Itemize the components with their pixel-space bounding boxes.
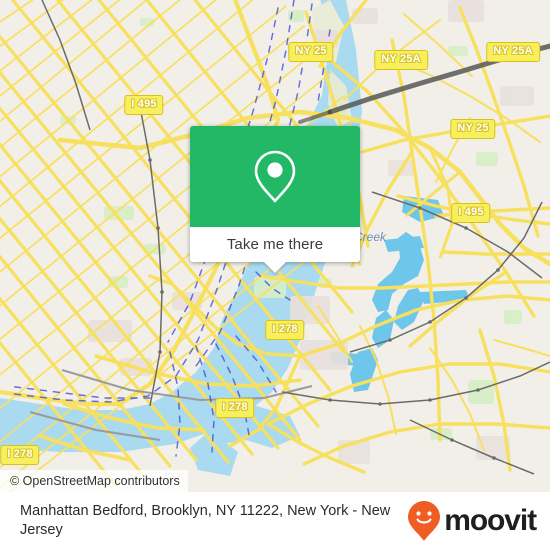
road-shield-ny-25a-b: NY 25A (486, 42, 540, 62)
popup-action-row[interactable]: Take me there (190, 227, 360, 262)
moovit-logo[interactable]: moovit (407, 500, 537, 542)
road-shield-ny-25-a: NY 25 (288, 42, 334, 62)
map-attribution[interactable]: © OpenStreetMap contributors (0, 470, 188, 492)
popup-pointer-tail (264, 262, 286, 273)
road-shield-ny-25-b: NY 25 (450, 119, 496, 139)
road-shield-i-278-a: I 278 (265, 320, 305, 340)
road-shield-ny-25a-a: NY 25A (374, 50, 428, 70)
map-screenshot: NY 25 NY 25A NY 25A I 495 NY 25 I 495 I 278 I 2… (0, 0, 550, 550)
road-shield-i-278-b: I 278 (215, 398, 255, 418)
popup-header (190, 126, 360, 227)
road-shield-i-278-c: I 278 (0, 445, 40, 465)
attribution-text: © OpenStreetMap contributors (10, 474, 180, 488)
road-shield-i-495-a: I 495 (124, 95, 164, 115)
moovit-wordmark: moovit (444, 504, 537, 537)
bottom-caption-bar: Manhattan Bedford, Brooklyn, NY 11222, N… (0, 492, 550, 550)
road-shield-i-495-b: I 495 (451, 203, 491, 223)
location-popup-card[interactable]: Take me there (190, 126, 360, 273)
map-pin-icon (254, 150, 296, 203)
location-caption: Manhattan Bedford, Brooklyn, NY 11222, N… (20, 503, 391, 538)
moovit-pin-smiley-icon (408, 501, 441, 541)
map-canvas[interactable]: NY 25 NY 25A NY 25A I 495 NY 25 I 495 I 278 I 2… (0, 0, 550, 492)
take-me-there-label: Take me there (226, 236, 324, 253)
